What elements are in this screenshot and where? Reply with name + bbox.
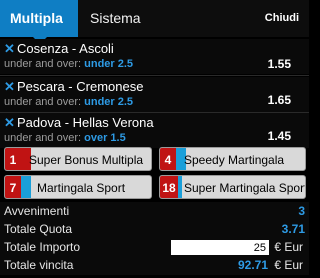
avvenimenti-label: Avvenimenti: [4, 204, 70, 218]
bet-odd: 1.55: [267, 57, 291, 71]
tab-multipla[interactable]: Multipla: [0, 0, 78, 44]
promo-stripe: [21, 176, 31, 198]
promo-number-badge: 4: [160, 148, 176, 170]
promo-label: Super Martingala Sport: [184, 181, 306, 195]
stake-amount-input[interactable]: [171, 240, 269, 255]
bet-row: ✕ Pescara - Cremonese under and over: un…: [0, 77, 309, 112]
bet-row: ✕ Cosenza - Ascoli under and over: under…: [0, 39, 309, 74]
summary-avvenimenti: Avvenimenti 3: [0, 202, 309, 221]
promo-label: Speedy Martingala: [184, 153, 285, 167]
promo-label: Martingala Sport: [37, 181, 126, 195]
remove-bet-icon[interactable]: ✕: [4, 79, 15, 95]
promo-number-badge: 18: [160, 176, 178, 198]
summary-quota: Totale Quota 3.71: [0, 220, 309, 239]
currency-label: € Eur: [274, 240, 303, 254]
promo-stripe: [178, 176, 182, 198]
quota-value: 3.71: [281, 222, 305, 236]
promo-number-badge: 7: [5, 176, 21, 198]
importo-label: Totale Importo: [4, 240, 81, 254]
bet-market: under and over: over 1.5: [4, 132, 126, 144]
bet-row: ✕ Padova - Hellas Verona under and over:…: [0, 113, 309, 148]
quota-label: Totale Quota: [4, 222, 73, 236]
promo-super-bonus-multipla-button[interactable]: 1 Super Bonus Multipla: [4, 147, 152, 171]
bet-market: under and over: under 2.5: [4, 58, 134, 70]
promo-super-martingala-sport-button[interactable]: 18 Super Martingala Sport: [159, 175, 306, 199]
bet-selection: over 1.5: [84, 132, 126, 144]
promo-speedy-martingala-button[interactable]: 4 Speedy Martingala: [159, 147, 306, 171]
bet-match: Pescara - Cremonese: [17, 79, 144, 94]
bet-odd: 1.45: [267, 129, 291, 143]
remove-bet-icon[interactable]: ✕: [4, 115, 15, 131]
promo-label: Super Bonus Multipla: [29, 153, 144, 167]
summary-importo: Totale Importo € Eur: [0, 238, 309, 257]
bet-market: under and over: under 2.5: [4, 96, 134, 108]
promo-martingala-sport-button[interactable]: 7 Martingala Sport: [4, 175, 152, 199]
close-button[interactable]: Chiudi: [265, 0, 299, 37]
tab-sistema[interactable]: Sistema: [90, 0, 141, 37]
avvenimenti-value: 3: [298, 204, 305, 218]
bet-slip-tabs: Multipla Sistema Chiudi: [0, 0, 309, 44]
bet-match: Cosenza - Ascoli: [17, 41, 114, 56]
bet-selection: under 2.5: [84, 58, 134, 70]
bet-odd: 1.65: [267, 93, 291, 107]
divider: [0, 75, 309, 76]
vincita-label: Totale vincita: [4, 258, 74, 272]
summary-vincita: Totale vincita 92.71 € Eur: [0, 256, 309, 275]
vincita-value: 92.71: [237, 258, 268, 272]
promo-number-badge: 1: [5, 148, 21, 170]
bet-selection: under 2.5: [84, 96, 134, 108]
bet-match: Padova - Hellas Verona: [17, 115, 154, 130]
remove-bet-icon[interactable]: ✕: [4, 41, 15, 57]
currency-label: € Eur: [274, 258, 303, 272]
